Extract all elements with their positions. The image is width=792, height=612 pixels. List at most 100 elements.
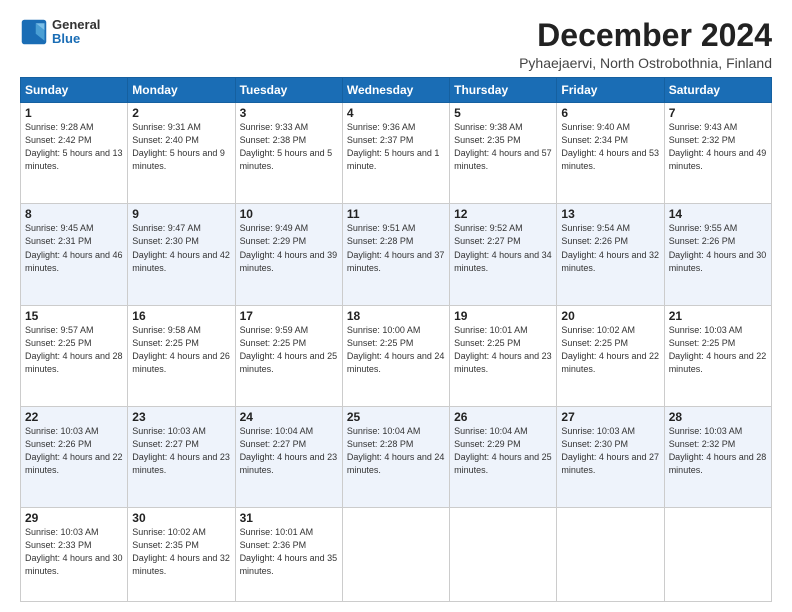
cell-info: Sunrise: 10:01 AMSunset: 2:36 PMDaylight… [240, 526, 338, 578]
day-number: 17 [240, 309, 338, 323]
cell-info: Sunrise: 10:03 AMSunset: 2:25 PMDaylight… [669, 324, 767, 376]
day-number: 25 [347, 410, 445, 424]
calendar-cell: 3Sunrise: 9:33 AMSunset: 2:38 PMDaylight… [235, 103, 342, 204]
logo-general-text: General [52, 18, 100, 32]
calendar-cell: 4Sunrise: 9:36 AMSunset: 2:37 PMDaylight… [342, 103, 449, 204]
calendar-cell: 28Sunrise: 10:03 AMSunset: 2:32 PMDaylig… [664, 406, 771, 507]
calendar-cell [664, 508, 771, 602]
cell-info: Sunrise: 10:02 AMSunset: 2:35 PMDaylight… [132, 526, 230, 578]
day-number: 27 [561, 410, 659, 424]
calendar-cell: 30Sunrise: 10:02 AMSunset: 2:35 PMDaylig… [128, 508, 235, 602]
calendar-header-row: SundayMondayTuesdayWednesdayThursdayFrid… [21, 78, 772, 103]
page: General Blue December 2024 Pyhaejaervi, … [0, 0, 792, 612]
calendar-cell: 6Sunrise: 9:40 AMSunset: 2:34 PMDaylight… [557, 103, 664, 204]
day-number: 16 [132, 309, 230, 323]
day-number: 19 [454, 309, 552, 323]
day-number: 24 [240, 410, 338, 424]
calendar-cell: 21Sunrise: 10:03 AMSunset: 2:25 PMDaylig… [664, 305, 771, 406]
cell-info: Sunrise: 10:00 AMSunset: 2:25 PMDaylight… [347, 324, 445, 376]
calendar-cell [342, 508, 449, 602]
day-number: 7 [669, 106, 767, 120]
cell-info: Sunrise: 10:01 AMSunset: 2:25 PMDaylight… [454, 324, 552, 376]
day-number: 15 [25, 309, 123, 323]
cell-info: Sunrise: 9:33 AMSunset: 2:38 PMDaylight:… [240, 121, 338, 173]
cell-info: Sunrise: 10:03 AMSunset: 2:30 PMDaylight… [561, 425, 659, 477]
day-number: 31 [240, 511, 338, 525]
calendar-week-row: 29Sunrise: 10:03 AMSunset: 2:33 PMDaylig… [21, 508, 772, 602]
day-number: 10 [240, 207, 338, 221]
calendar-cell: 13Sunrise: 9:54 AMSunset: 2:26 PMDayligh… [557, 204, 664, 305]
cell-info: Sunrise: 9:49 AMSunset: 2:29 PMDaylight:… [240, 222, 338, 274]
calendar-table: SundayMondayTuesdayWednesdayThursdayFrid… [20, 77, 772, 602]
calendar-cell [450, 508, 557, 602]
calendar-cell: 23Sunrise: 10:03 AMSunset: 2:27 PMDaylig… [128, 406, 235, 507]
day-number: 26 [454, 410, 552, 424]
calendar-cell: 24Sunrise: 10:04 AMSunset: 2:27 PMDaylig… [235, 406, 342, 507]
title-block: December 2024 Pyhaejaervi, North Ostrobo… [519, 18, 772, 71]
calendar-cell: 20Sunrise: 10:02 AMSunset: 2:25 PMDaylig… [557, 305, 664, 406]
day-number: 3 [240, 106, 338, 120]
weekday-header: Tuesday [235, 78, 342, 103]
day-number: 5 [454, 106, 552, 120]
day-number: 2 [132, 106, 230, 120]
logo-icon [20, 18, 48, 46]
calendar-cell: 18Sunrise: 10:00 AMSunset: 2:25 PMDaylig… [342, 305, 449, 406]
cell-info: Sunrise: 9:36 AMSunset: 2:37 PMDaylight:… [347, 121, 445, 173]
day-number: 18 [347, 309, 445, 323]
cell-info: Sunrise: 9:54 AMSunset: 2:26 PMDaylight:… [561, 222, 659, 274]
calendar-cell: 29Sunrise: 10:03 AMSunset: 2:33 PMDaylig… [21, 508, 128, 602]
day-number: 13 [561, 207, 659, 221]
calendar-cell: 14Sunrise: 9:55 AMSunset: 2:26 PMDayligh… [664, 204, 771, 305]
cell-info: Sunrise: 9:57 AMSunset: 2:25 PMDaylight:… [25, 324, 123, 376]
calendar-cell: 7Sunrise: 9:43 AMSunset: 2:32 PMDaylight… [664, 103, 771, 204]
logo: General Blue [20, 18, 100, 47]
cell-info: Sunrise: 9:47 AMSunset: 2:30 PMDaylight:… [132, 222, 230, 274]
cell-info: Sunrise: 9:43 AMSunset: 2:32 PMDaylight:… [669, 121, 767, 173]
weekday-header: Thursday [450, 78, 557, 103]
cell-info: Sunrise: 10:02 AMSunset: 2:25 PMDaylight… [561, 324, 659, 376]
calendar-week-row: 1Sunrise: 9:28 AMSunset: 2:42 PMDaylight… [21, 103, 772, 204]
calendar-cell: 9Sunrise: 9:47 AMSunset: 2:30 PMDaylight… [128, 204, 235, 305]
day-number: 8 [25, 207, 123, 221]
cell-info: Sunrise: 10:03 AMSunset: 2:26 PMDaylight… [25, 425, 123, 477]
cell-info: Sunrise: 9:28 AMSunset: 2:42 PMDaylight:… [25, 121, 123, 173]
cell-info: Sunrise: 9:45 AMSunset: 2:31 PMDaylight:… [25, 222, 123, 274]
day-number: 23 [132, 410, 230, 424]
calendar-cell: 22Sunrise: 10:03 AMSunset: 2:26 PMDaylig… [21, 406, 128, 507]
day-number: 4 [347, 106, 445, 120]
weekday-header: Wednesday [342, 78, 449, 103]
main-title: December 2024 [519, 18, 772, 53]
cell-info: Sunrise: 10:03 AMSunset: 2:32 PMDaylight… [669, 425, 767, 477]
cell-info: Sunrise: 10:03 AMSunset: 2:27 PMDaylight… [132, 425, 230, 477]
calendar-week-row: 22Sunrise: 10:03 AMSunset: 2:26 PMDaylig… [21, 406, 772, 507]
calendar-cell: 12Sunrise: 9:52 AMSunset: 2:27 PMDayligh… [450, 204, 557, 305]
calendar-week-row: 15Sunrise: 9:57 AMSunset: 2:25 PMDayligh… [21, 305, 772, 406]
logo-text: General Blue [52, 18, 100, 47]
calendar-cell: 26Sunrise: 10:04 AMSunset: 2:29 PMDaylig… [450, 406, 557, 507]
weekday-header: Friday [557, 78, 664, 103]
calendar-week-row: 8Sunrise: 9:45 AMSunset: 2:31 PMDaylight… [21, 204, 772, 305]
weekday-header: Monday [128, 78, 235, 103]
day-number: 14 [669, 207, 767, 221]
day-number: 20 [561, 309, 659, 323]
calendar-cell: 5Sunrise: 9:38 AMSunset: 2:35 PMDaylight… [450, 103, 557, 204]
calendar-cell: 31Sunrise: 10:01 AMSunset: 2:36 PMDaylig… [235, 508, 342, 602]
day-number: 22 [25, 410, 123, 424]
day-number: 9 [132, 207, 230, 221]
day-number: 29 [25, 511, 123, 525]
cell-info: Sunrise: 10:04 AMSunset: 2:29 PMDaylight… [454, 425, 552, 477]
cell-info: Sunrise: 9:40 AMSunset: 2:34 PMDaylight:… [561, 121, 659, 173]
calendar-cell: 27Sunrise: 10:03 AMSunset: 2:30 PMDaylig… [557, 406, 664, 507]
calendar-cell: 11Sunrise: 9:51 AMSunset: 2:28 PMDayligh… [342, 204, 449, 305]
calendar-cell: 15Sunrise: 9:57 AMSunset: 2:25 PMDayligh… [21, 305, 128, 406]
weekday-header: Saturday [664, 78, 771, 103]
weekday-header: Sunday [21, 78, 128, 103]
cell-info: Sunrise: 9:51 AMSunset: 2:28 PMDaylight:… [347, 222, 445, 274]
cell-info: Sunrise: 9:55 AMSunset: 2:26 PMDaylight:… [669, 222, 767, 274]
day-number: 21 [669, 309, 767, 323]
calendar-cell: 25Sunrise: 10:04 AMSunset: 2:28 PMDaylig… [342, 406, 449, 507]
day-number: 1 [25, 106, 123, 120]
cell-info: Sunrise: 10:03 AMSunset: 2:33 PMDaylight… [25, 526, 123, 578]
cell-info: Sunrise: 9:31 AMSunset: 2:40 PMDaylight:… [132, 121, 230, 173]
day-number: 28 [669, 410, 767, 424]
